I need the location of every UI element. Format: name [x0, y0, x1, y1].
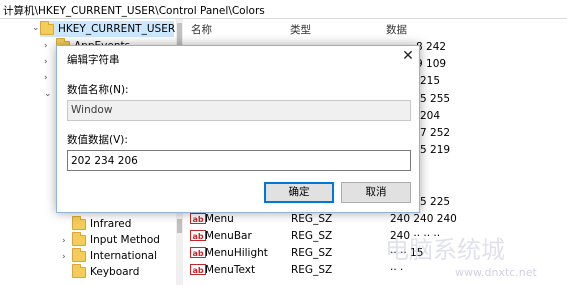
watermark-logo: 电脑系统城 — [385, 236, 505, 264]
tree-item-label: Infrared — [90, 218, 132, 230]
value-data: 240 240 240 — [390, 213, 457, 225]
list-item[interactable]: ab MenuHilight REG_SZ ·· ·· 15 — [185, 246, 567, 262]
string-value-icon: ab — [190, 230, 206, 241]
value-data-input[interactable] — [67, 150, 411, 171]
chevron-right-icon[interactable]: › — [44, 57, 48, 67]
cancel-button[interactable]: 取消 — [341, 182, 411, 203]
data-fragment: 5 219 — [420, 144, 451, 156]
chevron-right-icon[interactable]: › — [44, 41, 48, 51]
string-value-icon: ab — [190, 247, 206, 258]
scrollbar-thumb[interactable] — [177, 23, 182, 45]
value-type: REG_SZ — [291, 247, 333, 259]
data-fragment: 215 — [420, 75, 441, 87]
value-name: MenuBar — [205, 230, 252, 242]
list-item[interactable]: ab Menu REG_SZ 240 240 240 — [185, 212, 567, 228]
folder-icon — [72, 247, 86, 262]
value-name-label: 数值名称(N): — [67, 84, 129, 96]
value-data-label: 数值数据(V): — [67, 134, 128, 146]
string-value-icon: ab — [190, 213, 206, 224]
value-name-field: Window — [67, 100, 411, 121]
value-type: REG_SZ — [291, 230, 333, 242]
chevron-right-icon[interactable]: › — [44, 73, 48, 83]
tree-item-label: International — [90, 250, 158, 262]
list-item[interactable]: ab MenuBar REG_SZ 240 ·· ·· ·· — [185, 229, 567, 245]
dialog-title: 编辑字符串 — [67, 54, 120, 66]
tree-item-label: Input Method — [90, 234, 160, 246]
column-header-type[interactable]: 类型 — [290, 22, 311, 37]
value-type: REG_SZ — [291, 264, 333, 276]
scrollbar-thumb[interactable] — [177, 219, 182, 233]
data-fragment: 204 — [420, 110, 441, 122]
address-bar[interactable]: 计算机\HKEY_CURRENT_USER\Control Panel\Colo… — [0, 0, 567, 19]
ok-button[interactable]: 确定 — [264, 182, 334, 203]
chevron-right-icon[interactable]: › — [62, 252, 66, 262]
folder-icon — [72, 231, 86, 246]
data-fragment: 7 252 — [420, 127, 451, 139]
column-header-name[interactable]: 名称 — [191, 22, 212, 37]
tree-item-hkey-current-user[interactable]: HKEY_CURRENT_USER — [40, 20, 176, 37]
folder-icon — [72, 215, 86, 230]
value-data: ·· · — [390, 264, 404, 276]
tree-item-label: Keyboard — [90, 266, 140, 278]
tree-item-international[interactable]: International — [72, 247, 158, 264]
tree-item-infrared[interactable]: Infrared — [72, 215, 132, 232]
data-fragment: 5 225 — [420, 196, 451, 208]
edit-string-dialog: 编辑字符串 ✕ 数值名称(N): Window 数值数据(V): 确定 取消 — [56, 45, 420, 213]
data-fragment: 8 242 — [416, 41, 447, 53]
tree-item-keyboard[interactable]: Keyboard — [72, 263, 140, 280]
column-header-data[interactable]: 数据 — [386, 22, 407, 37]
value-name: MenuText — [205, 264, 256, 276]
chevron-right-icon[interactable]: › — [62, 236, 66, 246]
data-fragment: 9 109 — [416, 58, 447, 70]
folder-icon — [40, 20, 54, 35]
folder-icon — [72, 263, 86, 278]
value-name: MenuHilight — [205, 247, 268, 259]
value-name: Menu — [205, 213, 234, 225]
tree-item-label: HKEY_CURRENT_USER — [58, 23, 176, 35]
data-fragment: 5 255 — [420, 93, 451, 105]
watermark-url: www.dnxtc.net — [455, 266, 537, 279]
string-value-icon: ab — [190, 264, 206, 275]
value-type: REG_SZ — [291, 213, 333, 225]
close-icon[interactable]: ✕ — [399, 49, 417, 65]
chevron-down-icon[interactable]: ⌄ — [44, 89, 52, 99]
tree-item-input-method[interactable]: Input Method — [72, 231, 160, 248]
chevron-down-icon[interactable]: ⌄ — [32, 23, 40, 33]
